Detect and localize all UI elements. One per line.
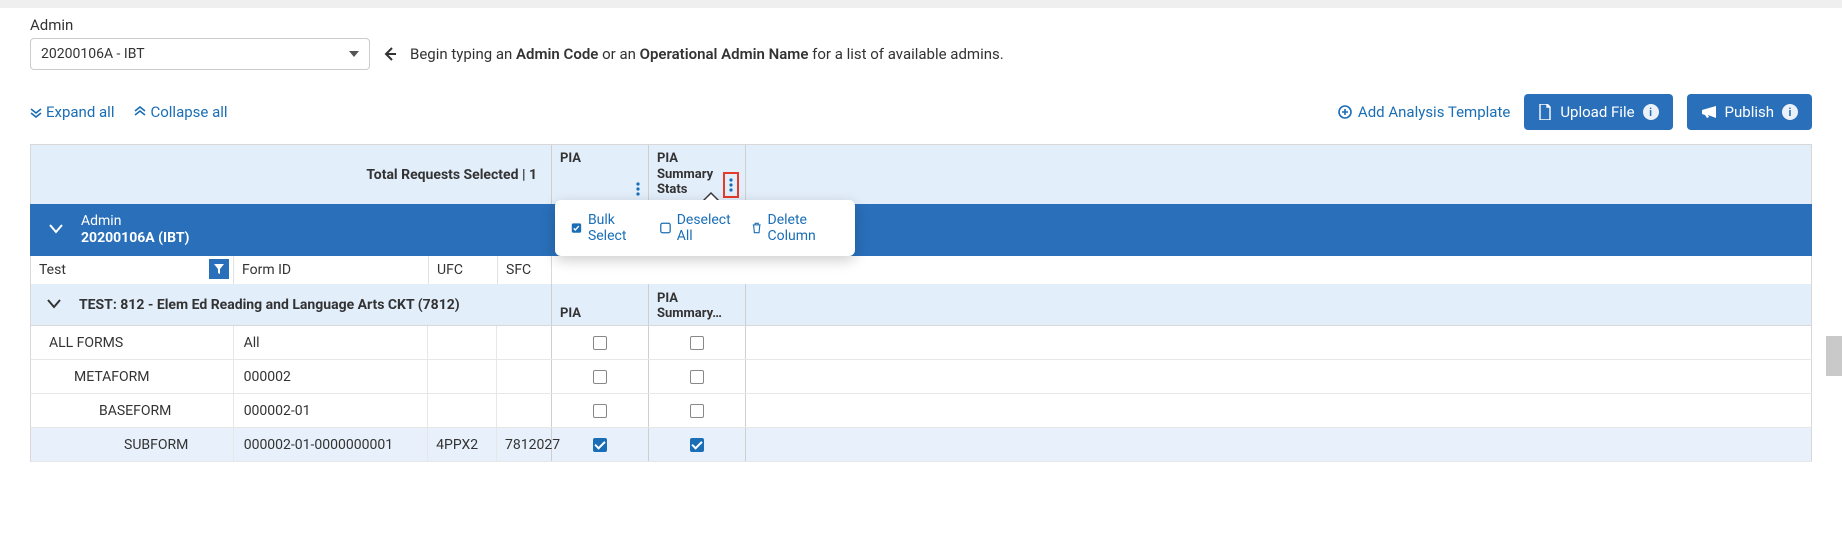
add-analysis-template-link[interactable]: Add Analysis Template bbox=[1338, 103, 1510, 121]
admin-select-value: 20200106A - IBT bbox=[41, 46, 145, 62]
publish-button[interactable]: Publish i bbox=[1687, 94, 1812, 130]
chevron-down-icon bbox=[349, 51, 359, 57]
table-row: ALL FORMSAll bbox=[30, 326, 1812, 360]
admin-band-line2: 20200106A (IBT) bbox=[81, 230, 189, 248]
pia-summary-checkbox[interactable] bbox=[690, 404, 704, 418]
checkbox-empty-icon bbox=[660, 221, 671, 235]
deselect-all-label: Deselect All bbox=[677, 212, 734, 244]
add-analysis-template-label: Add Analysis Template bbox=[1358, 103, 1510, 121]
info-icon: i bbox=[1782, 104, 1798, 120]
table-row: METAFORM000002 bbox=[30, 360, 1812, 394]
delete-column-label: Delete Column bbox=[768, 212, 839, 244]
pia-checkbox[interactable] bbox=[593, 438, 607, 452]
row-label: METAFORM bbox=[56, 360, 234, 393]
col-sfc-header: SFC bbox=[506, 262, 531, 278]
deselect-all-option[interactable]: Deselect All bbox=[660, 212, 734, 244]
row-ufc bbox=[428, 326, 497, 359]
expand-all-link[interactable]: Expand all bbox=[30, 103, 114, 121]
pia-checkbox[interactable] bbox=[593, 370, 607, 384]
megaphone-icon bbox=[1701, 105, 1717, 119]
row-sfc: 7812027 bbox=[497, 428, 551, 461]
col-formid-header: Form ID bbox=[242, 262, 291, 278]
row-label: ALL FORMS bbox=[31, 326, 234, 359]
bulk-select-option[interactable]: Bulk Select bbox=[571, 212, 642, 244]
pia-summary-checkbox[interactable] bbox=[690, 336, 704, 350]
admin-band-line1: Admin bbox=[81, 213, 189, 231]
test-col-pia-summary-header: PIA Summary… bbox=[649, 284, 746, 325]
publish-label: Publish bbox=[1725, 103, 1774, 121]
row-label: BASEFORM bbox=[81, 394, 234, 427]
row-formid: 000002-01-0000000001 bbox=[234, 428, 428, 461]
total-requests-label: Total Requests Selected | 1 bbox=[31, 145, 552, 204]
table-row: SUBFORM000002-01-00000000014PPX27812027 bbox=[30, 428, 1812, 462]
upload-file-button[interactable]: Upload File i bbox=[1524, 94, 1672, 130]
col-pia-summary-menu-button[interactable] bbox=[723, 172, 739, 198]
chevron-down-icon[interactable] bbox=[47, 297, 61, 313]
info-icon: i bbox=[1643, 104, 1659, 120]
file-icon bbox=[1538, 104, 1552, 120]
delete-column-option[interactable]: Delete Column bbox=[752, 212, 839, 244]
admin-select[interactable]: 20200106A - IBT bbox=[30, 38, 370, 70]
row-label: SUBFORM bbox=[106, 428, 234, 461]
header-band: Total Requests Selected | 1 PIA PIA Summ… bbox=[30, 144, 1812, 204]
admin-helper-text: Begin typing an Admin Code or an Operati… bbox=[410, 45, 1004, 63]
trash-icon bbox=[752, 221, 761, 235]
col-pia-title: PIA bbox=[560, 151, 640, 167]
upload-file-label: Upload File bbox=[1560, 103, 1634, 121]
row-formid: 000002-01 bbox=[234, 394, 429, 427]
scrollbar-thumb[interactable] bbox=[1826, 336, 1842, 376]
test-group-title: TEST: 812 - Elem Ed Reading and Language… bbox=[79, 297, 460, 313]
test-col-pia-header: PIA bbox=[552, 284, 649, 325]
checkbox-checked-icon bbox=[571, 221, 582, 235]
admin-group-band: Admin 20200106A (IBT) bbox=[30, 204, 1812, 256]
back-arrow-icon[interactable] bbox=[382, 46, 398, 62]
collapse-all-label: Collapse all bbox=[150, 103, 227, 121]
row-sfc bbox=[497, 394, 551, 427]
row-ufc: 4PPX2 bbox=[428, 428, 497, 461]
chevron-down-icon[interactable] bbox=[49, 222, 63, 238]
row-ufc bbox=[428, 394, 497, 427]
admin-label: Admin bbox=[30, 16, 1812, 34]
row-formid: All bbox=[234, 326, 429, 359]
col-pia-menu-button[interactable] bbox=[634, 180, 642, 198]
expand-all-label: Expand all bbox=[46, 103, 114, 121]
row-formid: 000002 bbox=[234, 360, 429, 393]
collapse-all-link[interactable]: Collapse all bbox=[134, 103, 227, 121]
pia-summary-checkbox[interactable] bbox=[690, 438, 704, 452]
row-ufc bbox=[428, 360, 497, 393]
bulk-select-label: Bulk Select bbox=[588, 212, 642, 244]
pia-summary-checkbox[interactable] bbox=[690, 370, 704, 384]
col-test-header: Test bbox=[39, 262, 66, 278]
pia-checkbox[interactable] bbox=[593, 336, 607, 350]
column-menu-popover: Bulk Select Deselect All Delete Column bbox=[555, 200, 855, 256]
filter-icon[interactable] bbox=[209, 259, 229, 279]
row-sfc bbox=[497, 326, 551, 359]
row-sfc bbox=[497, 360, 551, 393]
col-ufc-header: UFC bbox=[437, 262, 463, 278]
table-row: BASEFORM000002-01 bbox=[30, 394, 1812, 428]
pia-checkbox[interactable] bbox=[593, 404, 607, 418]
